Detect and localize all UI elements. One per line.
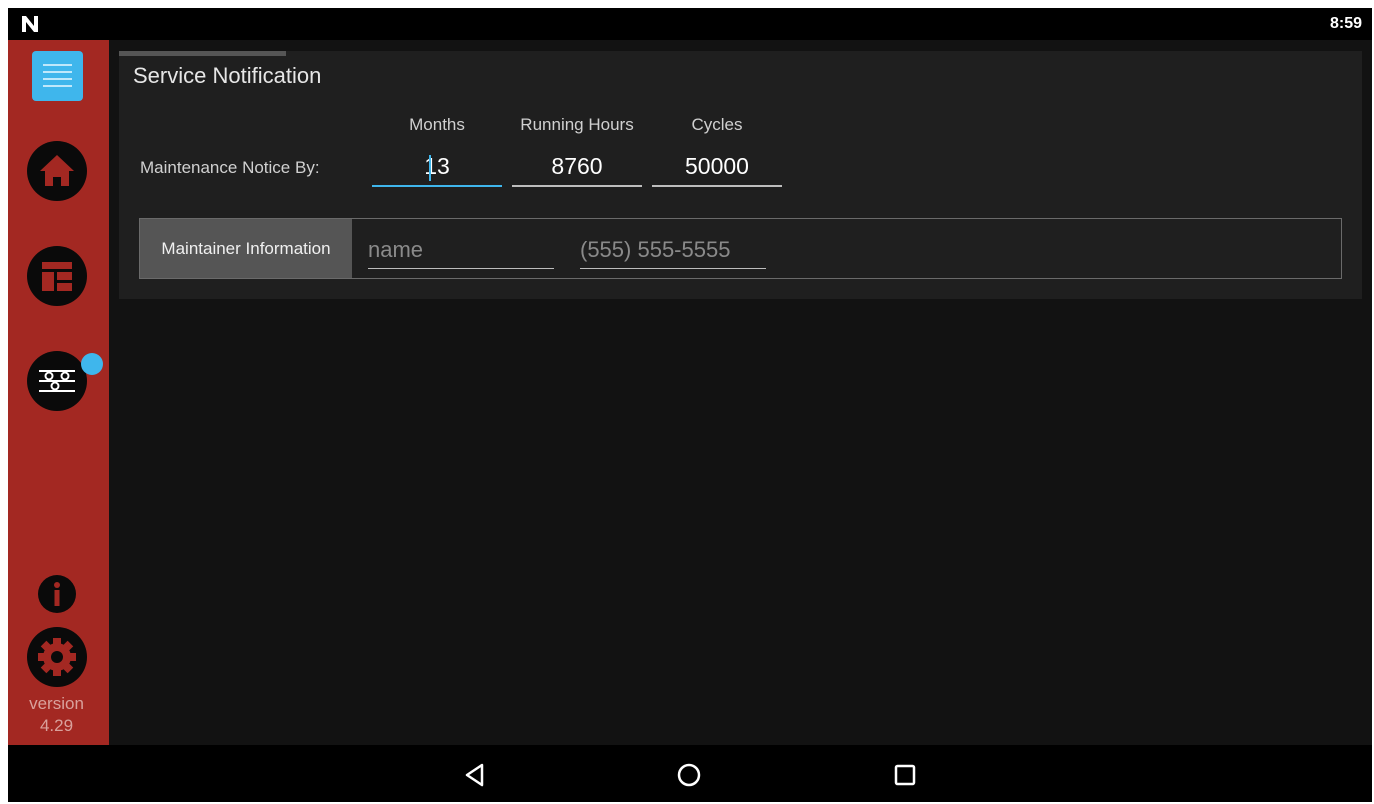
months-input[interactable] — [372, 147, 502, 187]
cycles-input[interactable] — [652, 147, 782, 187]
months-header: Months — [409, 115, 465, 134]
menu-icon-line — [43, 71, 72, 73]
sidebar: version 4.29 — [8, 40, 109, 745]
panel-accent-bar — [119, 51, 286, 56]
info-button[interactable] — [38, 575, 76, 613]
maintainer-information-box: Maintainer Information — [139, 218, 1342, 279]
menu-icon-line — [43, 85, 72, 87]
system-navigation-bar — [8, 745, 1372, 802]
running-hours-input[interactable] — [512, 147, 642, 187]
notification-dot — [81, 353, 103, 375]
menu-button[interactable] — [32, 51, 83, 101]
device-screen: 8:59 version 4.29 Service Notification M… — [8, 8, 1372, 802]
home-button[interactable] — [27, 141, 87, 201]
recents-square-icon[interactable] — [888, 758, 922, 792]
home-icon — [40, 155, 74, 186]
version-label: version 4.29 — [8, 693, 105, 737]
layout-button[interactable] — [27, 246, 87, 306]
version-number: 4.29 — [39, 716, 74, 735]
maintenance-notice-label: Maintenance Notice By: — [140, 158, 320, 177]
panel-title: Service Notification — [133, 63, 322, 88]
n-logo-icon — [22, 16, 38, 32]
menu-icon — [43, 64, 72, 66]
gear-icon — [27, 627, 87, 687]
back-triangle-icon[interactable] — [458, 758, 492, 792]
version-text: version — [29, 694, 84, 713]
adjustments-button[interactable] — [27, 351, 87, 411]
info-icon — [54, 582, 60, 606]
sliders-icon — [39, 370, 75, 392]
maintainer-name-input[interactable] — [368, 231, 554, 269]
cycles-header: Cycles — [691, 115, 743, 134]
clock: 8:59 — [1329, 15, 1362, 32]
maintainer-information-label: Maintainer Information — [140, 219, 352, 278]
home-circle-icon[interactable] — [672, 758, 706, 792]
layout-icon — [42, 262, 72, 291]
running-hours-header: Running Hours — [520, 115, 634, 134]
status-bar: 8:59 — [8, 8, 1372, 40]
service-notification-panel: Service Notification Months Running Hour… — [119, 51, 1362, 299]
settings-button[interactable] — [27, 627, 87, 687]
maintainer-phone-input[interactable] — [580, 231, 766, 269]
menu-icon-line — [43, 78, 72, 80]
text-cursor — [429, 155, 431, 181]
